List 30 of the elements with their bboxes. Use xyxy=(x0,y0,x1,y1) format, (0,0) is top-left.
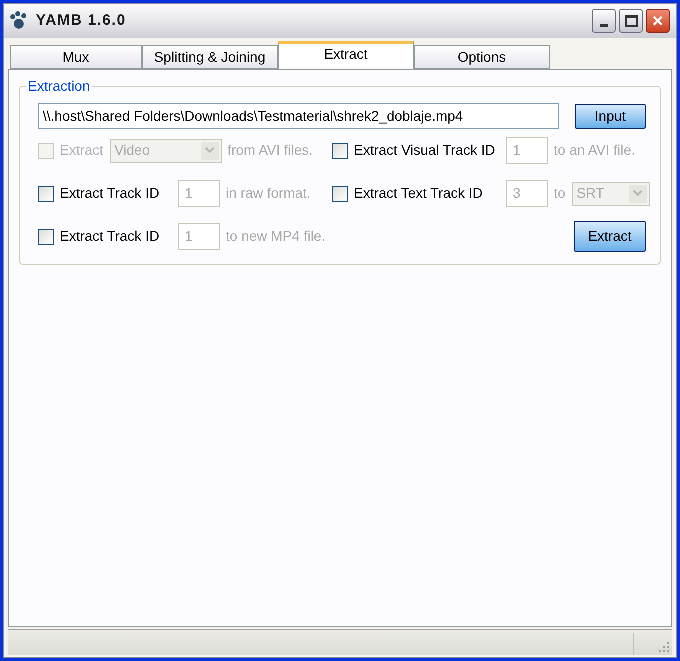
chevron-down-icon xyxy=(628,184,647,202)
checkbox[interactable] xyxy=(332,142,348,158)
checkbox[interactable] xyxy=(38,228,54,244)
option-text: to xyxy=(554,184,566,203)
option-text: to new MP4 file. xyxy=(226,227,326,246)
checkbox[interactable] xyxy=(38,186,54,202)
minimize-button[interactable] xyxy=(592,9,616,33)
chevron-down-icon xyxy=(200,142,219,160)
tab[interactable]: Extract xyxy=(278,41,414,69)
tab[interactable]: Mux xyxy=(10,45,142,69)
window-title: YAMB 1.6.0 xyxy=(36,10,126,31)
tab[interactable]: Splitting & Joining xyxy=(142,45,278,69)
checkbox[interactable] xyxy=(332,186,348,202)
option-label: Extract Visual Track ID xyxy=(354,141,496,160)
option-text: to an AVI file. xyxy=(554,141,636,160)
close-icon xyxy=(652,15,664,27)
extract-button[interactable]: Extract xyxy=(574,221,646,252)
close-button[interactable] xyxy=(646,9,670,33)
option-text: in raw format. xyxy=(226,184,311,203)
option-label: Extract xyxy=(60,141,104,160)
option-text: from AVI files. xyxy=(228,141,313,160)
path-field[interactable]: \\.host\Shared Folders\Downloads\Testmaterial\shrek2_doblaje.mp4 xyxy=(38,103,559,129)
option-label: Extract Track ID xyxy=(60,227,161,246)
maximize-button[interactable] xyxy=(619,9,643,33)
tab[interactable]: Options xyxy=(414,45,550,69)
group-legend: Extraction xyxy=(26,78,92,94)
option-label: Extract Text Track ID xyxy=(354,184,484,203)
paw-icon xyxy=(10,11,28,31)
input-button[interactable]: Input xyxy=(574,104,646,128)
option-label: Extract Track ID xyxy=(60,184,161,203)
